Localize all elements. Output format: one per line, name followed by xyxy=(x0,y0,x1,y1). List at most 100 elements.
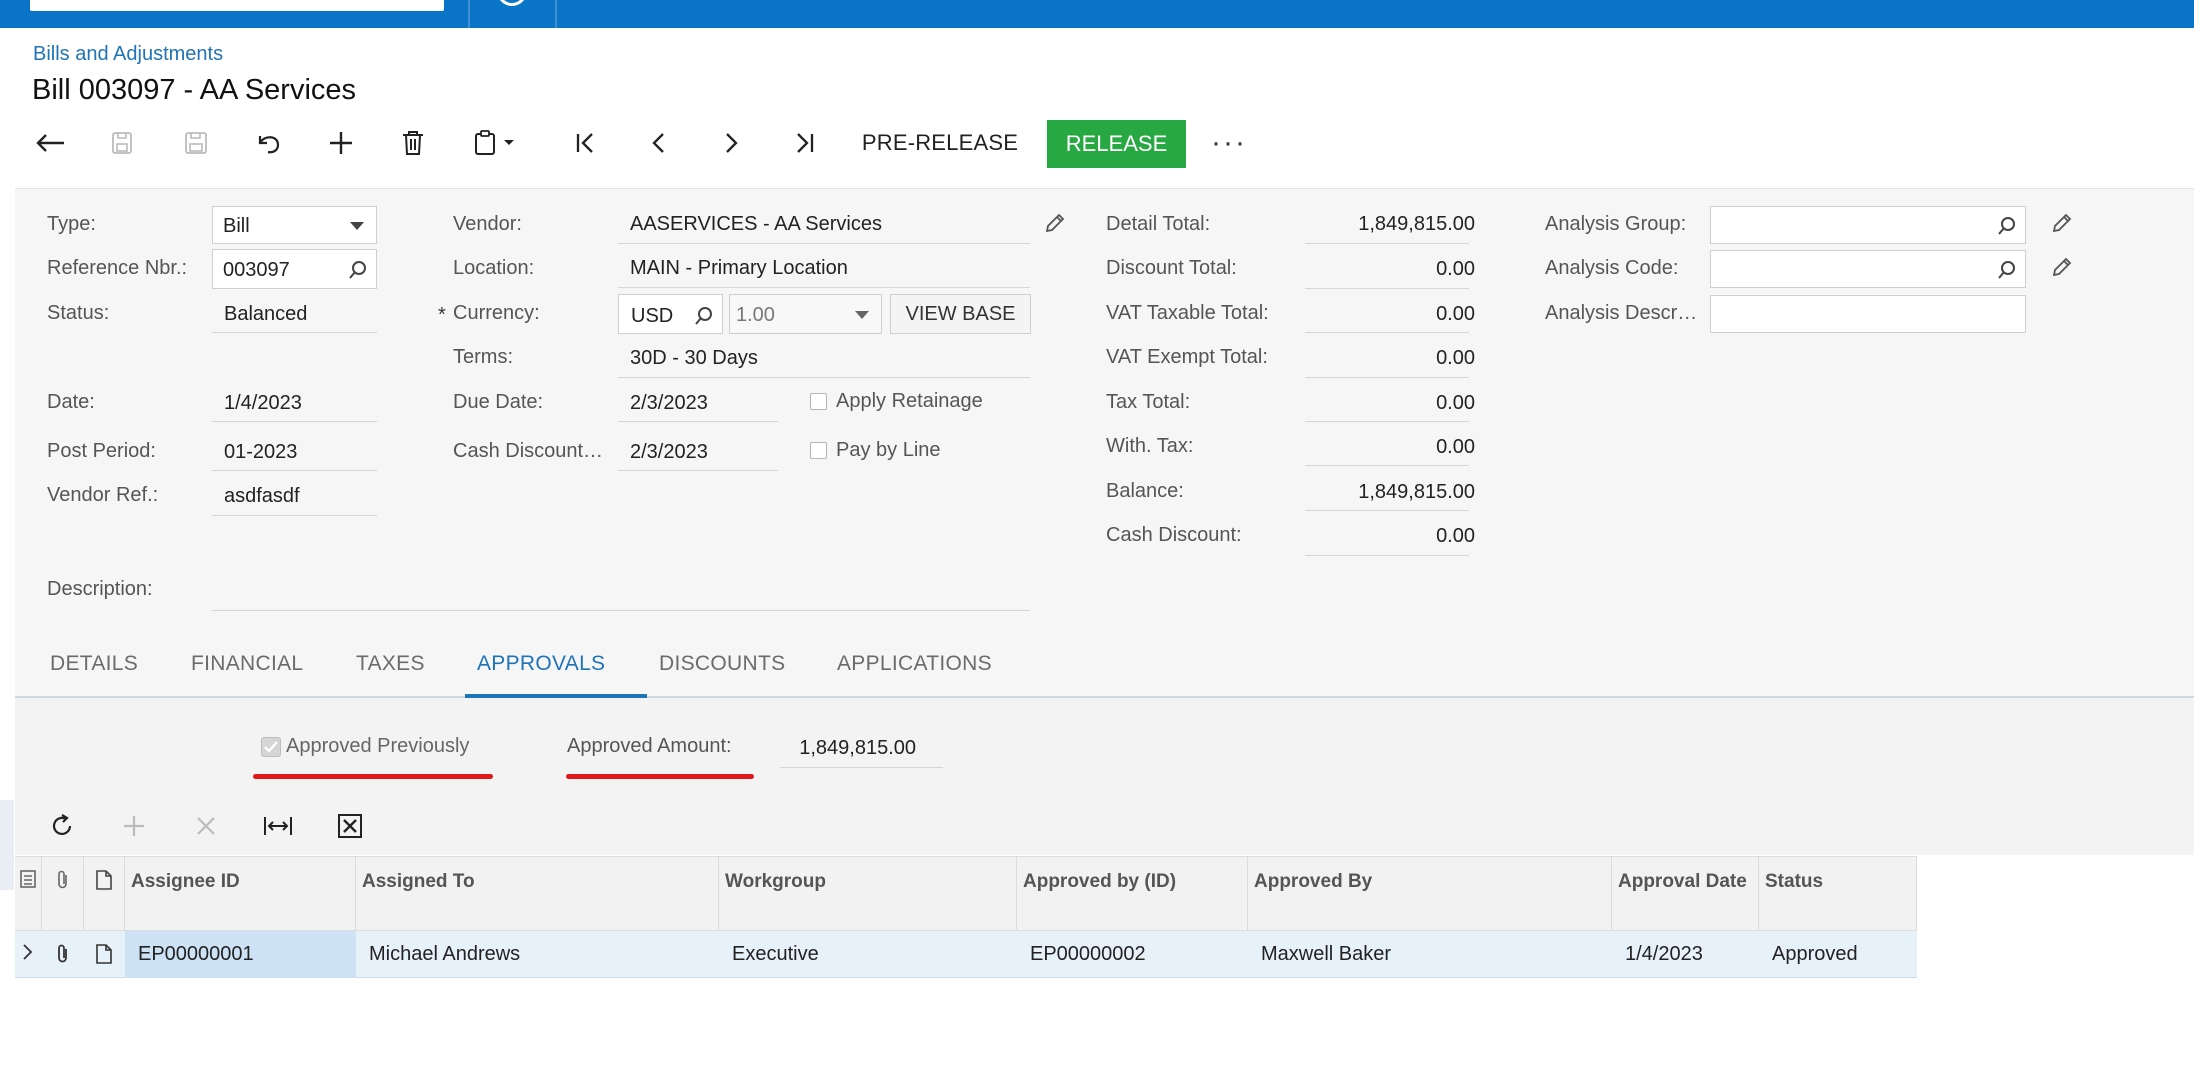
detail-total-value: 1,849,815.00 xyxy=(1358,213,1475,235)
row-attachment-button[interactable] xyxy=(42,931,84,978)
edit-analysis-code-icon[interactable] xyxy=(2051,256,2073,278)
cell-approved-by[interactable]: Maxwell Baker xyxy=(1248,931,1612,978)
save-and-close-button[interactable] xyxy=(98,120,148,166)
edit-vendor-icon[interactable] xyxy=(1044,212,1066,234)
next-record-button[interactable] xyxy=(706,120,756,166)
approved-amount-value: 1,849,815.00 xyxy=(799,737,916,759)
table-row[interactable]: EP00000001 Michael Andrews Executive EP0… xyxy=(15,931,1917,978)
description-input[interactable] xyxy=(212,610,1030,611)
field-underline xyxy=(1305,465,1469,466)
column-header-status[interactable]: Status xyxy=(1759,857,1917,932)
tab-approvals[interactable]: APPROVALS xyxy=(477,652,605,676)
fit-columns-button[interactable] xyxy=(253,796,303,856)
currency-value: USD xyxy=(631,305,674,327)
pre-release-button[interactable]: PRE-RELEASE xyxy=(855,120,1025,166)
analysis-descr-input[interactable] xyxy=(1710,295,2026,333)
history-icon[interactable] xyxy=(497,0,527,6)
tab-financial[interactable]: FINANCIAL xyxy=(191,652,303,676)
undo-button[interactable] xyxy=(243,120,293,166)
more-actions-button[interactable]: ··· xyxy=(1211,120,1247,166)
tab-applications[interactable]: APPLICATIONS xyxy=(837,652,992,676)
cell-workgroup[interactable]: Executive xyxy=(719,931,1017,978)
type-select[interactable]: Bill xyxy=(212,206,377,244)
required-asterisk: * xyxy=(438,304,446,326)
paperclip-icon xyxy=(58,944,67,963)
field-underline xyxy=(1305,377,1469,378)
vat-taxable-value: 0.00 xyxy=(1436,303,1475,325)
currency-input[interactable]: USD xyxy=(618,294,723,334)
field-underline xyxy=(212,470,377,471)
cell-status[interactable]: Approved xyxy=(1759,931,1917,978)
first-record-button[interactable] xyxy=(561,120,611,166)
vendor-ref-input[interactable]: asdfasdf xyxy=(224,485,300,508)
currency-rate-select[interactable]: 1.00 xyxy=(729,294,882,334)
post-period-input[interactable]: 01-2023 xyxy=(224,441,297,464)
field-underline xyxy=(618,377,1030,378)
refresh-icon xyxy=(52,814,72,835)
delete-button[interactable] xyxy=(388,120,438,166)
previous-record-button[interactable] xyxy=(634,120,684,166)
column-header-approval-date[interactable]: Approval Date xyxy=(1612,857,1759,932)
tax-total-value: 0.00 xyxy=(1436,392,1475,414)
vendor-label: Vendor: xyxy=(453,213,522,235)
save-close-icon xyxy=(112,132,132,154)
refresh-button[interactable] xyxy=(37,796,87,856)
tab-taxes[interactable]: TAXES xyxy=(356,652,425,676)
pay-by-line-checkbox[interactable] xyxy=(810,442,827,459)
row-note-button[interactable] xyxy=(84,931,125,978)
discount-total-label: Discount Total: xyxy=(1106,257,1237,279)
copy-paste-button[interactable] xyxy=(464,120,524,166)
document-summary-form: Type: Bill Reference Nbr.: 003097 Status… xyxy=(15,188,2194,622)
cell-approval-date[interactable]: 1/4/2023 xyxy=(1612,931,1759,978)
approved-previously-label: Approved Previously xyxy=(286,735,470,757)
view-base-button[interactable]: VIEW BASE xyxy=(890,294,1031,334)
location-input[interactable]: MAIN - Primary Location xyxy=(630,257,848,280)
approved-previously-checkbox[interactable] xyxy=(261,737,281,757)
last-record-button[interactable] xyxy=(779,120,829,166)
vendor-input[interactable]: AASERVICES - AA Services xyxy=(630,213,882,236)
save-button[interactable] xyxy=(171,120,221,166)
apply-retainage-checkbox[interactable] xyxy=(810,393,827,410)
add-button[interactable] xyxy=(316,120,366,166)
field-underline xyxy=(618,243,1030,244)
cash-discount-date-input[interactable]: 2/3/2023 xyxy=(630,441,708,464)
panel-edge xyxy=(0,800,14,890)
due-date-input[interactable]: 2/3/2023 xyxy=(630,392,708,415)
add-row-button[interactable] xyxy=(109,796,159,856)
due-date-label: Due Date: xyxy=(453,391,544,413)
cell-assignee-id[interactable]: EP00000001 xyxy=(125,931,356,978)
terms-label: Terms: xyxy=(453,346,513,368)
cell-approved-by-id[interactable]: EP00000002 xyxy=(1017,931,1248,978)
vat-exempt-value: 0.00 xyxy=(1436,347,1475,369)
date-input[interactable]: 1/4/2023 xyxy=(224,392,302,415)
field-underline xyxy=(780,767,943,768)
column-header-workgroup[interactable]: Workgroup xyxy=(719,857,1017,932)
balance-value: 1,849,815.00 xyxy=(1358,481,1475,503)
tab-details[interactable]: DETAILS xyxy=(50,652,138,676)
field-underline xyxy=(1305,332,1469,333)
global-search-input[interactable] xyxy=(30,0,444,11)
cell-assigned-to[interactable]: Michael Andrews xyxy=(356,931,719,978)
reference-nbr-input[interactable]: 003097 xyxy=(212,249,377,289)
back-button[interactable] xyxy=(26,120,76,166)
post-period-label: Post Period: xyxy=(47,440,156,462)
fit-width-icon xyxy=(264,817,292,835)
export-excel-button[interactable] xyxy=(325,796,375,856)
column-header-approved-by[interactable]: Approved By xyxy=(1248,857,1612,932)
vat-exempt-label: VAT Exempt Total: xyxy=(1106,346,1268,368)
row-expand-button[interactable] xyxy=(15,931,42,978)
analysis-code-input[interactable] xyxy=(1710,250,2026,288)
edit-analysis-group-icon[interactable] xyxy=(2051,212,2073,234)
column-header-assignee-id[interactable]: Assignee ID xyxy=(125,857,356,932)
column-header-assigned-to[interactable]: Assigned To xyxy=(356,857,719,932)
reference-nbr-value: 003097 xyxy=(223,259,290,281)
analysis-group-input[interactable] xyxy=(1710,206,2026,244)
tab-discounts[interactable]: DISCOUNTS xyxy=(659,652,785,676)
column-header-approved-by-id[interactable]: Approved by (ID) xyxy=(1017,857,1248,932)
search-icon xyxy=(1998,217,2015,235)
delete-row-button[interactable] xyxy=(181,796,231,856)
release-button[interactable]: RELEASE xyxy=(1047,120,1186,168)
field-underline xyxy=(618,421,778,422)
breadcrumb[interactable]: Bills and Adjustments xyxy=(33,43,223,66)
terms-input[interactable]: 30D - 30 Days xyxy=(630,347,758,370)
